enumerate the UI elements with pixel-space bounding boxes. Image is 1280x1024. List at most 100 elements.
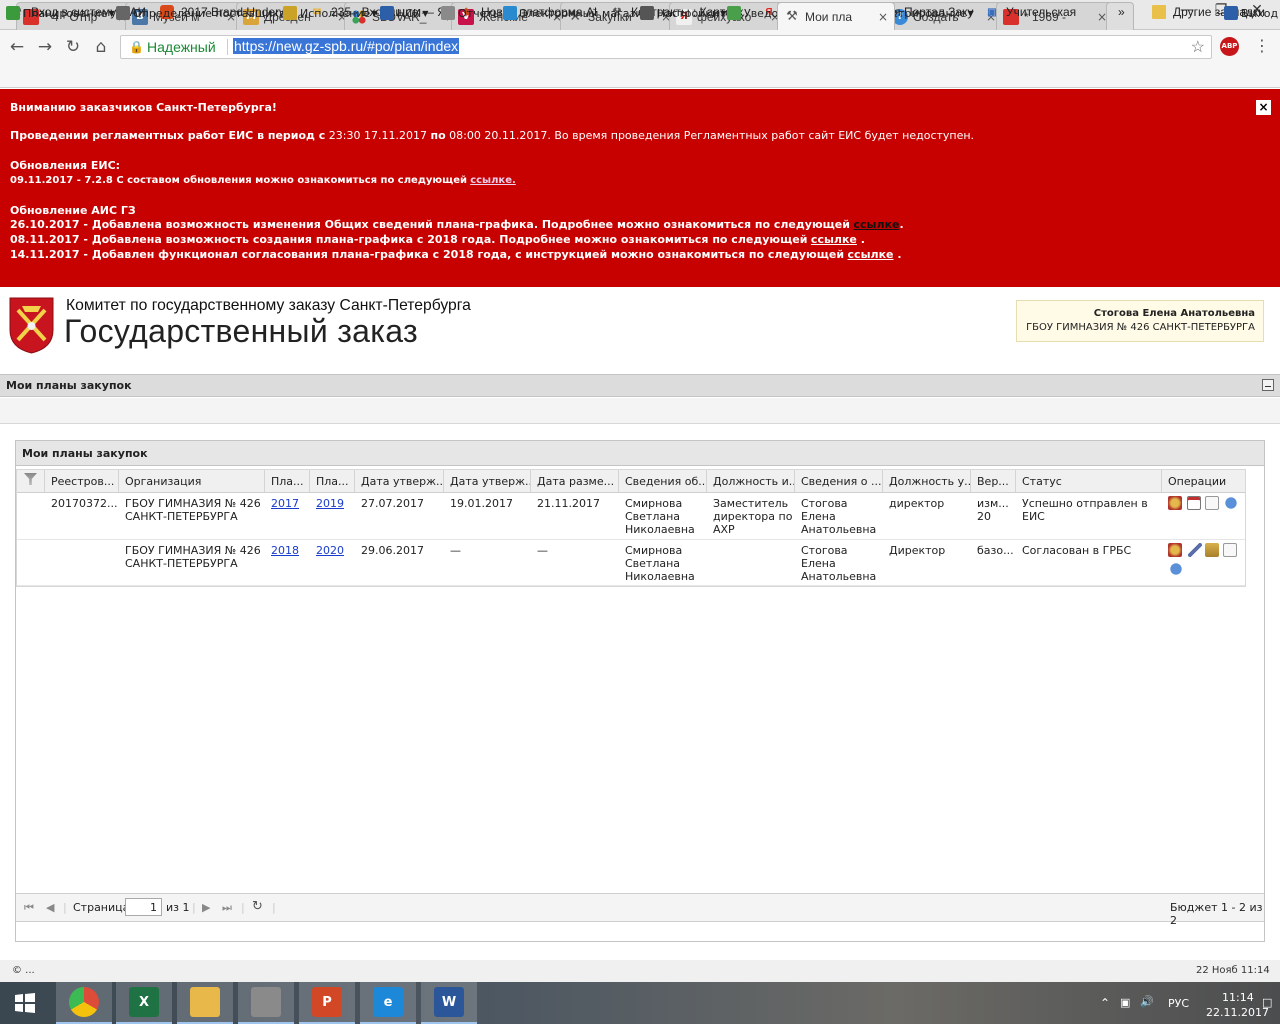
first-page-icon[interactable]: ⏮ xyxy=(24,901,34,915)
user-info-box[interactable]: Стогова Елена Анатольевна ГБОУ ГИМНАЗИЯ … xyxy=(1016,300,1264,342)
prev-page-icon[interactable]: ◀ xyxy=(46,901,54,914)
menu-eshop[interactable]: Электронный магазин xyxy=(503,5,650,21)
tray-time[interactable]: 11:14 xyxy=(1222,991,1254,1004)
plan-to-link[interactable]: 2020 xyxy=(316,544,344,557)
column-header-responsible[interactable]: Сведения об... xyxy=(619,470,707,493)
info-op-icon[interactable] xyxy=(1169,562,1183,576)
browser-tab[interactable]: ⚒ Мои пла × xyxy=(777,2,895,30)
secure-label: Надежный xyxy=(147,39,216,55)
taskbar-chrome[interactable] xyxy=(56,982,112,1024)
approve-op-icon[interactable] xyxy=(1205,543,1219,557)
bookmark-item[interactable]: ▣ Учительская xyxy=(985,4,1085,20)
menu-nsi[interactable]: НСИ ▼ xyxy=(380,5,428,21)
notice-ais-link[interactable]: ссылке xyxy=(811,233,857,246)
forward-button[interactable]: → xyxy=(34,36,56,58)
cell-status: Успешно отправлен в ЕИС xyxy=(1022,497,1148,523)
cell-plan-to: 2019 xyxy=(310,497,355,510)
logout-button[interactable]: Выход xyxy=(1224,5,1278,21)
omnibox-separator xyxy=(227,39,228,55)
user-organization: ГБОУ ГИМНАЗИЯ № 426 САНКТ-ПЕТЕРБУРГА xyxy=(1026,322,1255,333)
crest-op-icon[interactable] xyxy=(1168,496,1182,510)
home-button[interactable]: ⌂ xyxy=(90,36,112,58)
start-button[interactable] xyxy=(0,982,50,1024)
cell-version: изм... 20 xyxy=(977,497,1009,523)
url-text[interactable]: https://new.gz-spb.ru/#po/plan/index xyxy=(233,38,460,54)
plan-from-link[interactable]: 2018 xyxy=(271,544,299,557)
edit-op-icon[interactable] xyxy=(1188,543,1202,557)
page-number-input[interactable]: 1 xyxy=(125,898,162,916)
reload-button[interactable]: ↻ xyxy=(62,36,84,58)
notice-ais-link[interactable]: ссылке xyxy=(848,248,894,261)
menu-execution[interactable]: Исполнение ▼ xyxy=(283,5,377,21)
tab-close-icon[interactable]: × xyxy=(878,10,888,24)
menu-label: Планирование xyxy=(23,6,108,20)
document-op-icon[interactable] xyxy=(1205,496,1219,510)
adblock-plus-icon[interactable]: ABP xyxy=(1220,37,1239,56)
taskbar-word[interactable]: W xyxy=(421,982,477,1024)
browser-menu-icon[interactable]: ⋮ xyxy=(1252,36,1272,58)
tray-date[interactable]: 22.11.2017 xyxy=(1206,1006,1269,1019)
column-header-responsible-position[interactable]: Должность и... xyxy=(707,470,795,493)
notification-icon[interactable]: □ xyxy=(1262,996,1272,1009)
menu-reports[interactable]: Отчеты xyxy=(441,5,501,21)
column-header-date-approve-2[interactable]: Дата утверж... xyxy=(444,470,531,493)
taskbar-explorer[interactable] xyxy=(177,982,233,1024)
ie-icon: e xyxy=(373,987,403,1017)
pager-separator: | xyxy=(241,901,245,914)
menu-supplier[interactable]: Определение поставщика▼ xyxy=(116,5,293,21)
network-icon[interactable]: ▣ xyxy=(1120,996,1130,1009)
bookmark-star-icon[interactable]: ☆ xyxy=(1191,37,1205,57)
notice-close-button[interactable]: × xyxy=(1256,100,1271,115)
collapse-panel-button[interactable] xyxy=(1262,379,1274,391)
add-op-icon[interactable] xyxy=(1187,496,1201,510)
plan-to-link[interactable]: 2019 xyxy=(316,497,344,510)
site-title: Государственный заказ xyxy=(64,313,418,349)
cell-organization: ГБОУ ГИМНАЗИЯ № 426 САНКТ-ПЕТЕРБУРГА xyxy=(125,544,261,570)
spb-crest-logo[interactable] xyxy=(8,296,55,354)
column-header-plan-from[interactable]: Пла... xyxy=(265,470,310,493)
keyboard-language[interactable]: РУС xyxy=(1168,997,1189,1010)
dropdown-arrow-icon: ▼ xyxy=(967,8,974,18)
taskbar-printer[interactable] xyxy=(238,982,294,1024)
column-header-status[interactable]: Статус xyxy=(1016,470,1162,493)
document-op-icon[interactable] xyxy=(1223,543,1237,557)
bookmarks-more-button[interactable]: » xyxy=(1118,4,1125,20)
plan-from-link[interactable]: 2017 xyxy=(271,497,299,510)
user-name: Стогова Елена Анатольевна xyxy=(1093,308,1255,319)
row-separator xyxy=(17,585,1245,586)
column-header-organization[interactable]: Организация xyxy=(119,470,265,493)
menu-settings[interactable]: Настройки ▼ xyxy=(640,5,726,21)
cell-approver: Стогова Елена Анатольевна xyxy=(801,544,877,583)
cell-plan-to: 2020 xyxy=(310,544,355,557)
notice-ais-link[interactable]: ссылке xyxy=(853,218,899,231)
notice-eis-link[interactable]: ссылке. xyxy=(470,175,516,186)
back-button[interactable]: ← xyxy=(6,36,28,58)
notice-maintenance: Проведении регламентных работ ЕИС в пери… xyxy=(10,129,975,142)
column-header-approver[interactable]: Сведения о ... xyxy=(795,470,883,493)
menu-planning[interactable]: Планирование ▼ xyxy=(6,5,115,21)
last-page-icon[interactable]: ⏭ xyxy=(222,901,232,915)
taskbar-excel[interactable]: X xyxy=(116,982,172,1024)
refresh-icon[interactable]: ↻ xyxy=(252,899,263,914)
column-header-date-approve-1[interactable]: Дата утверж... xyxy=(355,470,444,493)
notice-title: Вниманию заказчиков Санкт-Петербурга! xyxy=(10,101,277,114)
cell-date-place: — xyxy=(537,544,548,557)
next-page-icon[interactable]: ▶ xyxy=(202,901,210,914)
menu-label: Исполнение xyxy=(300,6,371,20)
info-op-icon[interactable] xyxy=(1224,496,1238,510)
column-header-date-place[interactable]: Дата разме... xyxy=(531,470,619,493)
column-header-version[interactable]: Вер... xyxy=(971,470,1016,493)
column-header-plan-to[interactable]: Пла... xyxy=(310,470,355,493)
taskbar-ie[interactable]: e xyxy=(360,982,416,1024)
volume-icon[interactable]: 🔊 xyxy=(1140,995,1154,1008)
url-input[interactable]: 🔒 Надежный https://new.gz-spb.ru/#po/pla… xyxy=(120,35,1212,59)
notice-ais-title: Обновление АИС ГЗ xyxy=(10,204,136,217)
column-header-registry[interactable]: Реестров... xyxy=(45,470,119,493)
tray-chevron-icon[interactable]: ⌃ xyxy=(1100,996,1110,1010)
copyright-text: © ... xyxy=(12,965,35,976)
crest-op-icon[interactable] xyxy=(1168,543,1182,557)
column-header-approver-position[interactable]: Должность у... xyxy=(883,470,971,493)
column-filter-clear[interactable] xyxy=(17,470,45,493)
dropdown-arrow-icon: ▼ xyxy=(108,8,115,18)
taskbar-powerpoint[interactable]: P xyxy=(299,982,355,1024)
